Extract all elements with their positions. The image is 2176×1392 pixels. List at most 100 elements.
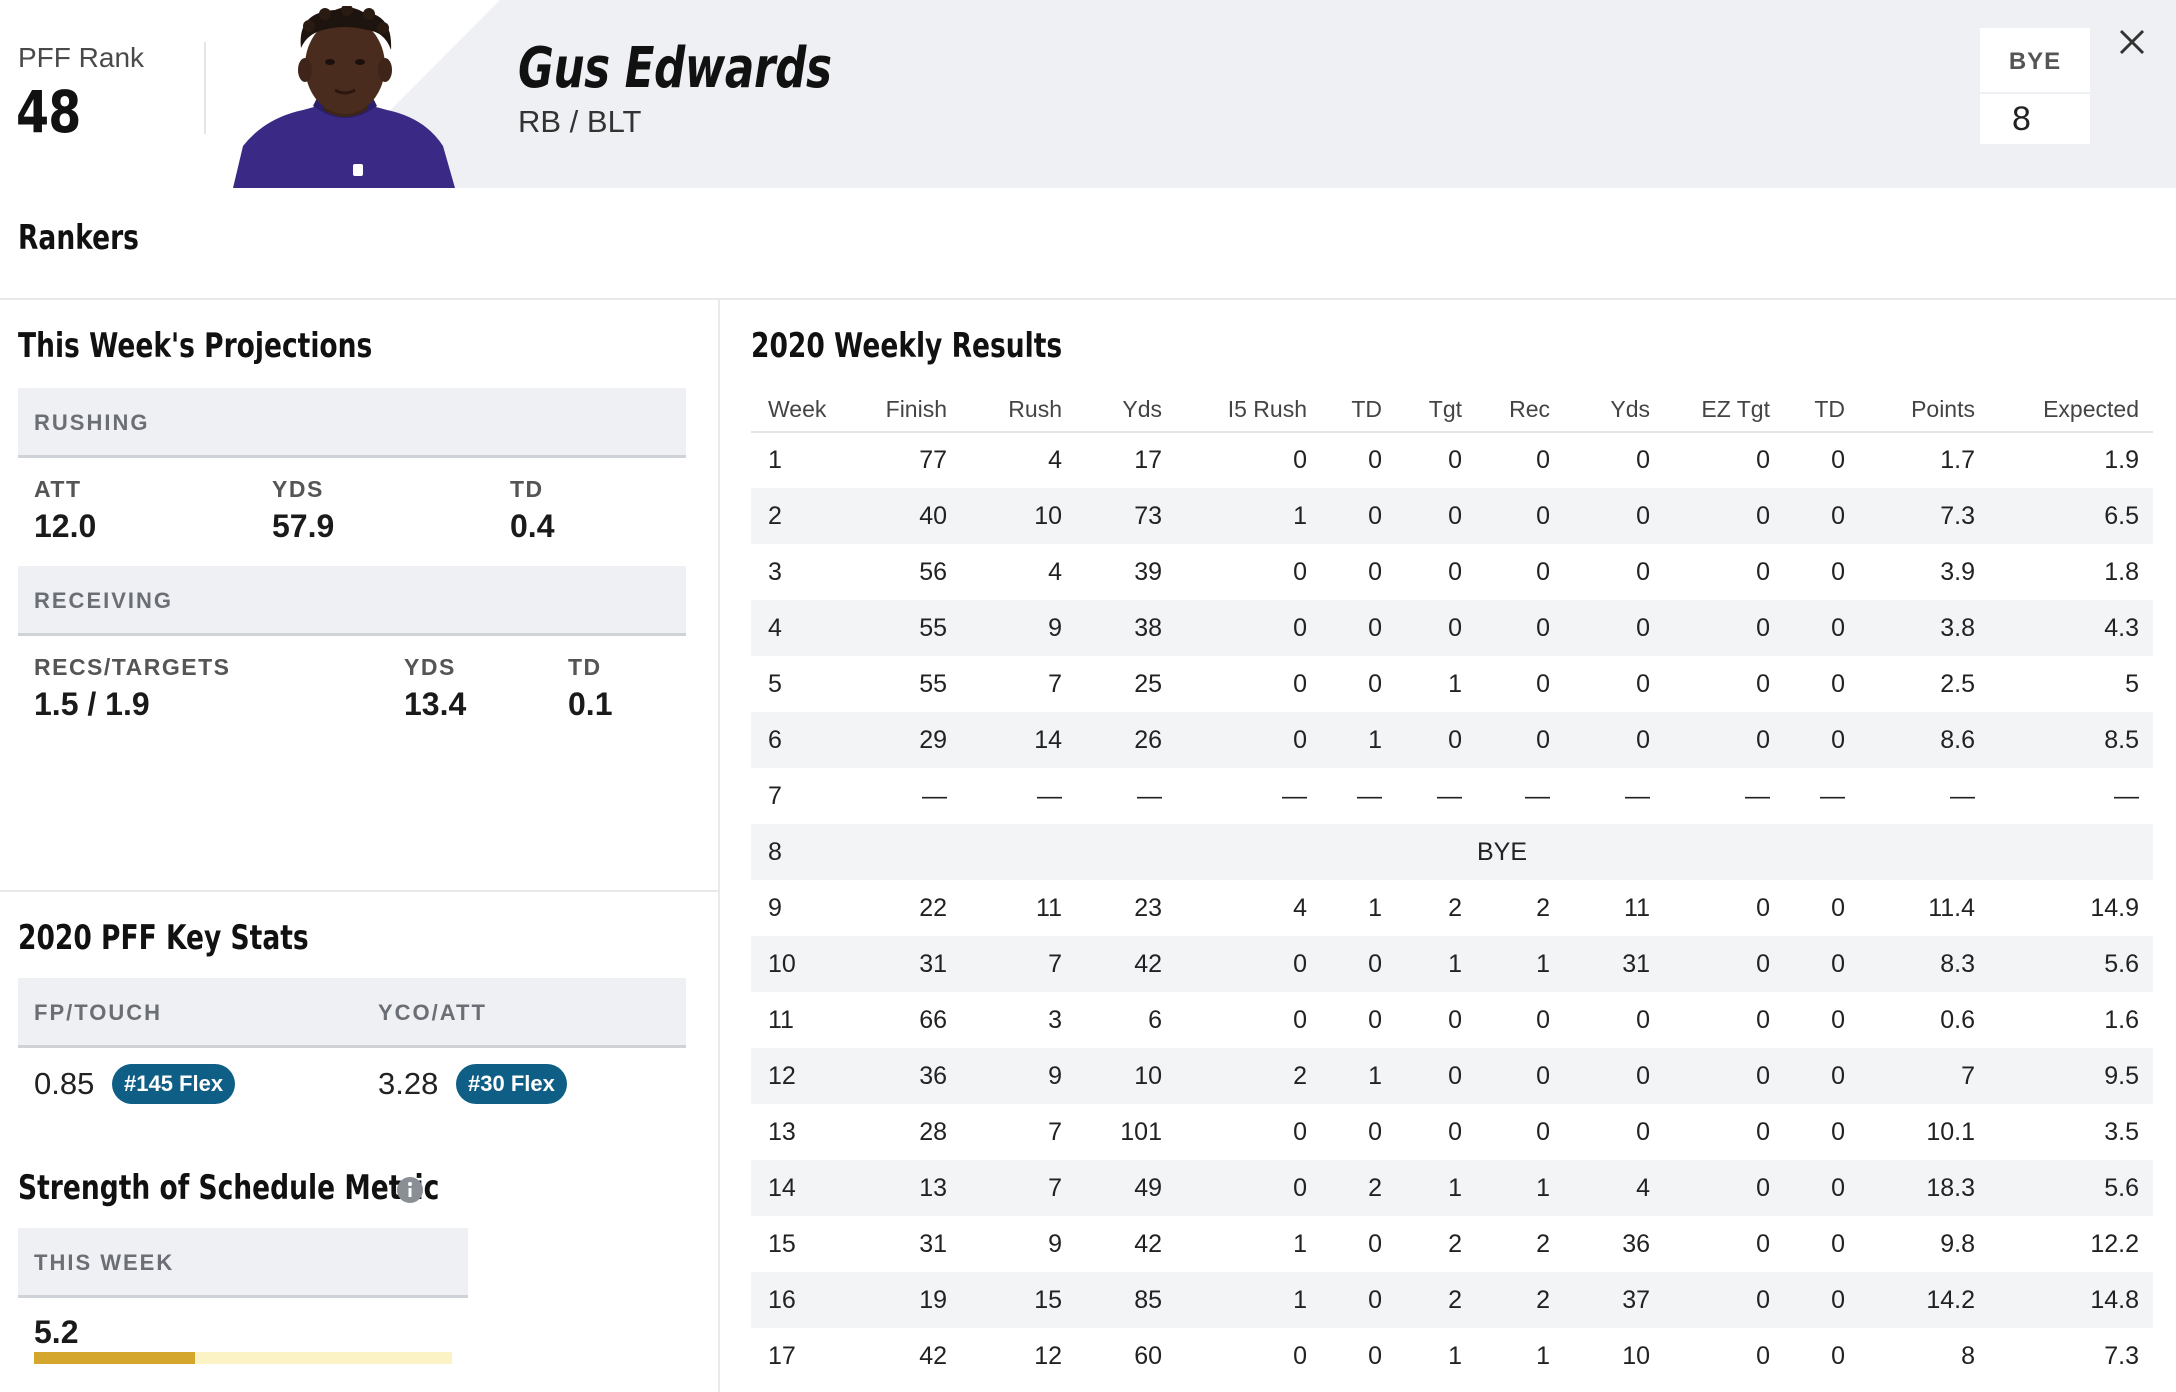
key-stats-title: 2020 PFF Key Stats bbox=[18, 918, 309, 958]
table-cell: 0 bbox=[1564, 488, 1664, 544]
table-cell: 7 bbox=[768, 781, 782, 810]
table-cell: 0 bbox=[1448, 446, 1462, 474]
table-cell: 4 bbox=[751, 600, 851, 656]
table-cell: 40 bbox=[851, 488, 961, 544]
table-cell: 2.5 bbox=[1940, 669, 1975, 698]
table-cell: 0 bbox=[1564, 712, 1664, 768]
table-cell: 4 bbox=[1293, 893, 1307, 922]
table-row: 4 55 9 38 0 0 0 0 0 0 0 3.8 4.3 bbox=[751, 600, 2153, 656]
sos-title: Strength of Schedule Metric bbox=[18, 1168, 440, 1208]
table-cell: 10.1 bbox=[1926, 1117, 1975, 1146]
table-cell: 60 bbox=[1134, 1341, 1162, 1370]
table-cell: 9 bbox=[1048, 1229, 1062, 1258]
table-cell: 37 bbox=[1564, 1272, 1664, 1328]
table-cell: 1 bbox=[1176, 1272, 1321, 1328]
table-cell: 0 bbox=[1831, 1005, 1845, 1034]
table-cell: 0 bbox=[1536, 1005, 1550, 1034]
table-cell: 1.6 bbox=[2104, 1005, 2139, 1034]
table-cell: 13 bbox=[768, 1117, 796, 1146]
table-cell: 19 bbox=[851, 1272, 961, 1328]
table-cell: 66 bbox=[919, 1005, 947, 1034]
rankers-title: Rankers bbox=[18, 218, 139, 258]
column-header: Yds bbox=[1076, 388, 1176, 433]
sos-value: 5.2 bbox=[34, 1314, 79, 1350]
table-cell: 0 bbox=[1176, 600, 1321, 656]
player-position-team: RB / BLT bbox=[518, 104, 642, 139]
table-cell: 0 bbox=[1293, 1005, 1307, 1034]
table-cell: 0 bbox=[1831, 1341, 1845, 1370]
table-header-row: Week Finish Rush Yds I5 Rush TD Tgt Rec Yds EZ Tg… bbox=[751, 388, 2153, 433]
table-cell: 28 bbox=[919, 1117, 947, 1146]
table-row: 16 19 15 85 1 0 2 2 37 0 0 14.2 14.8 bbox=[751, 1272, 2153, 1328]
sos-this-week-band: THIS WEEK bbox=[18, 1228, 468, 1298]
table-row: 5 55 7 25 0 0 1 0 0 0 0 2.5 5 bbox=[751, 656, 2153, 712]
weekly-results-table: Week Finish Rush Yds I5 Rush TD Tgt Rec Yds EZ Tg… bbox=[751, 388, 2153, 1384]
table-cell: 4 bbox=[1048, 557, 1062, 586]
table-cell: 0 bbox=[1536, 557, 1550, 586]
table-cell: 0 bbox=[1831, 1117, 1845, 1146]
table-cell: 12 bbox=[751, 1048, 851, 1104]
table-cell: 0 bbox=[1784, 936, 1859, 992]
table-cell: 10 bbox=[961, 488, 1076, 544]
table-cell: 1 bbox=[1293, 1229, 1307, 1258]
table-cell: 14.8 bbox=[1989, 1272, 2153, 1328]
rec-yds-value: 13.4 bbox=[404, 686, 467, 722]
table-cell: 0 bbox=[1176, 712, 1321, 768]
rushing-band: RUSHING bbox=[18, 388, 686, 458]
column-divider bbox=[718, 298, 720, 1392]
table-cell: 1 bbox=[1448, 669, 1462, 698]
table-cell: — bbox=[922, 781, 947, 810]
player-header: PFF Rank 48 Gus Edwards RB / BLT BYE 8 bbox=[0, 0, 2176, 188]
table-cell: 0 bbox=[1564, 1048, 1664, 1104]
table-row: 7 — — — — — — — — — — — — bbox=[751, 768, 2153, 824]
table-cell: — bbox=[1037, 781, 1062, 810]
table-cell: 0 bbox=[1368, 1229, 1382, 1258]
table-cell: 23 bbox=[1134, 893, 1162, 922]
table-cell: — bbox=[1820, 781, 1845, 810]
table-cell: 55 bbox=[851, 600, 961, 656]
table-cell: 42 bbox=[919, 1341, 947, 1370]
player-name: Gus Edwards bbox=[518, 36, 832, 101]
table-cell: 0 bbox=[1396, 600, 1476, 656]
table-cell: 0 bbox=[1784, 488, 1859, 544]
table-cell: 0 bbox=[1368, 1341, 1382, 1370]
table-row: 11 66 3 6 0 0 0 0 0 0 0 0.6 1.6 bbox=[751, 992, 2153, 1048]
column-header: Yds bbox=[1564, 388, 1664, 433]
rush-att-label: ATT bbox=[34, 476, 82, 502]
table-cell: 0 bbox=[1784, 712, 1859, 768]
column-header: EZ Tgt bbox=[1664, 388, 1784, 433]
table-cell: 0 bbox=[1368, 446, 1382, 474]
table-cell: 0 bbox=[1756, 557, 1770, 586]
table-cell: 0 bbox=[1756, 669, 1770, 698]
table-cell: 9.5 bbox=[1989, 1048, 2153, 1104]
column-header: I5 Rush bbox=[1176, 388, 1321, 433]
table-cell: 2 bbox=[1536, 893, 1550, 922]
table-cell: 26 bbox=[1076, 712, 1176, 768]
table-row: 3 56 4 39 0 0 0 0 0 0 0 3.9 1.8 bbox=[751, 544, 2153, 600]
table-cell: 2 bbox=[1321, 1160, 1396, 1216]
table-cell: 0 bbox=[1396, 1048, 1476, 1104]
rushing-label: RUSHING bbox=[34, 410, 150, 435]
bye-label: BYE bbox=[2008, 48, 2062, 75]
info-icon[interactable] bbox=[396, 1176, 424, 1204]
table-cell: 8.3 bbox=[1859, 936, 1989, 992]
table-cell: 11.4 bbox=[1928, 893, 1975, 922]
close-icon[interactable] bbox=[2112, 22, 2152, 62]
table-cell: 14 bbox=[751, 1160, 851, 1216]
table-cell: 7.3 bbox=[1859, 488, 1989, 544]
table-cell: 0 bbox=[1293, 1341, 1307, 1370]
table-cell: 1 bbox=[1536, 1341, 1550, 1370]
table-cell: 7 bbox=[961, 936, 1076, 992]
table-cell: 5 bbox=[2125, 669, 2139, 698]
projections-title: This Week's Projections bbox=[18, 326, 373, 366]
table-cell: 0 bbox=[1636, 446, 1650, 474]
table-cell: — bbox=[1357, 781, 1382, 810]
yco-att-value: 3.28 bbox=[378, 1066, 439, 1101]
fp-touch-label: FP/TOUCH bbox=[34, 1000, 163, 1025]
rank-divider bbox=[204, 42, 206, 134]
table-cell: 73 bbox=[1076, 488, 1176, 544]
table-cell: 1 bbox=[1368, 893, 1382, 922]
column-header: Rush bbox=[961, 388, 1076, 433]
table-cell: 6 bbox=[1148, 1005, 1162, 1034]
rec-yds-label: YDS bbox=[404, 654, 456, 680]
